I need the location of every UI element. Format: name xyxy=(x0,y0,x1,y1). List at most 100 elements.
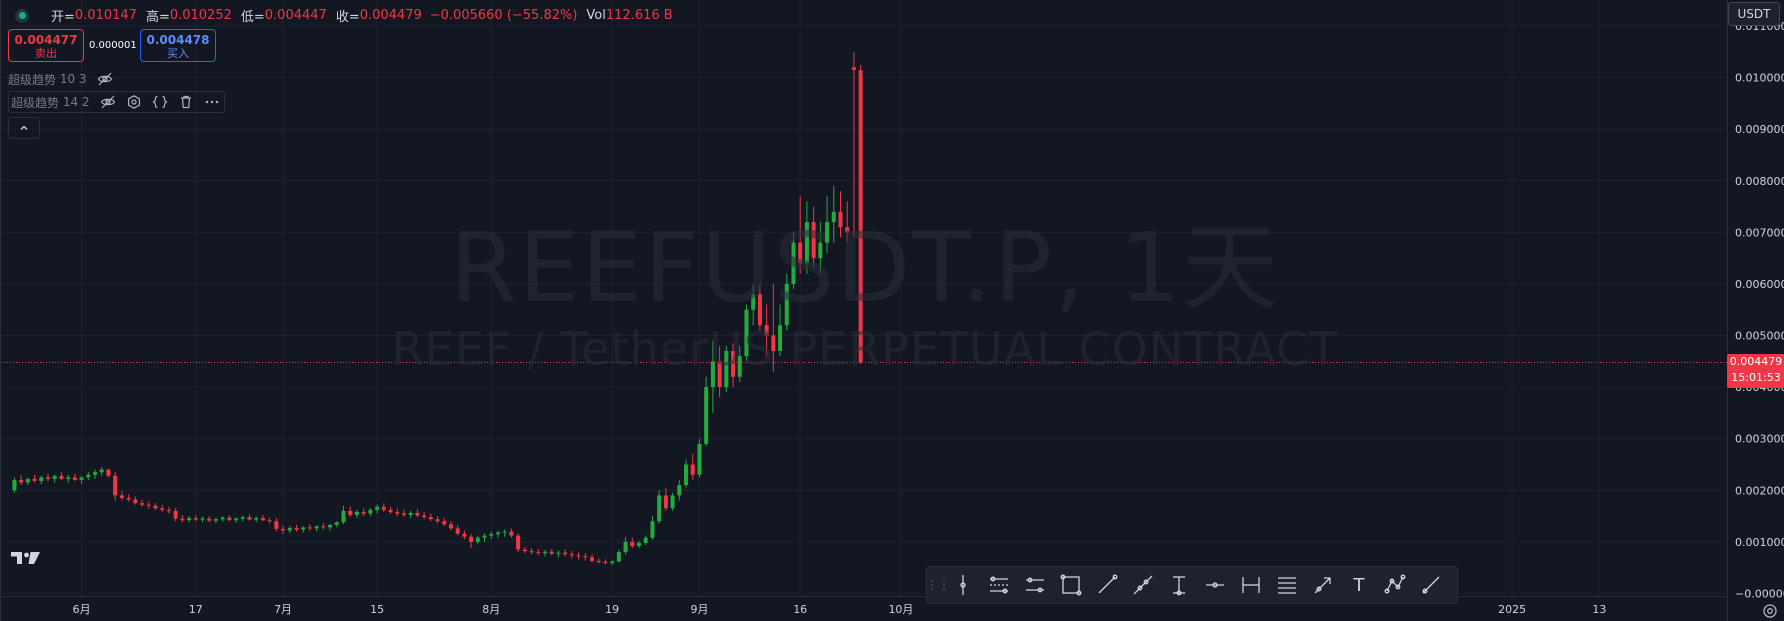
collapse-legend-button[interactable] xyxy=(8,117,40,139)
candle-body xyxy=(583,556,588,558)
vertical-line-icon[interactable] xyxy=(945,567,981,603)
text-icon[interactable]: T xyxy=(1341,567,1377,603)
candle-body xyxy=(495,532,500,535)
last-price: 0.004479 xyxy=(1729,355,1783,369)
price-axis-label: −0.000000 xyxy=(1735,587,1784,600)
candle-body xyxy=(200,518,205,520)
candle-body xyxy=(45,477,51,479)
gear-icon[interactable] xyxy=(1761,602,1779,620)
candle-body xyxy=(489,534,494,536)
candle-body xyxy=(281,528,286,531)
candle-body xyxy=(240,517,245,519)
low-value: 0.004447 xyxy=(264,8,327,23)
candle-body xyxy=(684,464,689,486)
candle-body xyxy=(569,554,574,556)
candle-body xyxy=(207,518,212,521)
candle-body xyxy=(529,551,534,553)
close-label: 收= xyxy=(335,10,360,25)
candle-body xyxy=(234,518,239,521)
brush-icon[interactable] xyxy=(1413,567,1449,603)
time-axis-label: 6月 xyxy=(73,603,91,616)
candle-body xyxy=(113,475,118,496)
candle-body xyxy=(563,552,568,555)
candle-body xyxy=(341,510,346,523)
drag-handle-icon[interactable]: ⋮⋮ xyxy=(926,567,950,603)
candle-body xyxy=(260,518,265,521)
candle-body xyxy=(267,520,272,522)
candle-body xyxy=(72,477,77,480)
price-axis-label: 0.003000 xyxy=(1735,433,1784,446)
high-value: 0.010252 xyxy=(169,8,232,23)
candle-body xyxy=(287,527,292,531)
indicator-supertrend-2[interactable]: 超级趋势 14 2 xyxy=(8,91,225,113)
candle-body xyxy=(361,511,366,514)
candle-body xyxy=(213,519,218,521)
horizontal-ray-icon[interactable] xyxy=(1197,567,1233,603)
candle-body xyxy=(301,527,306,530)
sell-button[interactable]: 0.004477 卖出 xyxy=(8,29,84,62)
candle-body xyxy=(542,551,548,554)
candle-body xyxy=(475,537,480,542)
candle-body xyxy=(19,479,24,483)
candle-body xyxy=(247,517,252,520)
candle-body xyxy=(643,537,648,543)
candle-body xyxy=(314,526,319,529)
candle-body xyxy=(254,518,259,520)
candle-body xyxy=(650,521,655,538)
price-axis-label: 0.002000 xyxy=(1735,484,1784,497)
candle-body xyxy=(12,479,17,491)
candle-body xyxy=(589,557,595,561)
candle-body xyxy=(180,518,185,521)
candle-body xyxy=(146,504,151,506)
date-range-icon[interactable] xyxy=(1233,567,1269,603)
candle-body xyxy=(187,518,192,521)
volume-value: 112.616 B xyxy=(605,8,673,23)
candle-body xyxy=(576,555,581,557)
candle-body xyxy=(153,505,158,509)
more-icon[interactable] xyxy=(204,94,220,110)
trash-icon[interactable] xyxy=(178,94,194,110)
rectangle-icon[interactable] xyxy=(1053,567,1089,603)
currency-selector[interactable]: USDT xyxy=(1728,2,1780,26)
candle-body xyxy=(415,512,420,516)
trend-line-icon[interactable] xyxy=(1089,567,1125,603)
last-price-label: 0.004479 15:01:53 xyxy=(1727,354,1784,389)
buy-price: 0.004478 xyxy=(146,33,210,47)
buy-label: 买入 xyxy=(167,47,189,60)
eye-off-icon[interactable] xyxy=(100,94,116,110)
market-status-icon[interactable] xyxy=(15,8,29,23)
candle-body xyxy=(395,511,400,514)
candle-body xyxy=(52,475,57,479)
fib-lines-icon[interactable] xyxy=(1269,567,1305,603)
time-axis-label: 10月 xyxy=(888,603,913,616)
code-braces-icon[interactable] xyxy=(151,94,168,110)
buy-button[interactable]: 0.004478 买入 xyxy=(140,29,216,62)
candle-body xyxy=(482,535,487,538)
candle-body xyxy=(166,509,171,511)
price-axis-label: 0.010000 xyxy=(1735,72,1784,85)
candle-body xyxy=(428,517,433,520)
path-icon[interactable] xyxy=(1377,567,1413,603)
tradingview-logo[interactable] xyxy=(11,550,41,566)
arrow-icon[interactable] xyxy=(1305,567,1341,603)
candle-body xyxy=(522,549,527,552)
indicator-params: 14 2 xyxy=(62,95,90,109)
ohlc-legend: 开= 0.010147 高= 0.010252 低= 0.004447 收= 0.004… xyxy=(15,6,673,25)
indicator-supertrend-1[interactable]: 超级趋势 10 3 xyxy=(8,68,113,90)
candle-body xyxy=(39,477,44,481)
ray-icon[interactable] xyxy=(1125,567,1161,603)
candle-body xyxy=(596,560,601,562)
parallel-channel-icon[interactable] xyxy=(981,567,1017,603)
candle-body xyxy=(623,541,628,553)
time-axis-label: 13 xyxy=(1592,603,1606,616)
regression-channel-icon[interactable] xyxy=(1017,567,1053,603)
candle-body xyxy=(448,524,453,529)
candle-body xyxy=(704,387,709,444)
settings-icon[interactable] xyxy=(126,94,142,110)
candle-body xyxy=(408,512,413,516)
candle-body xyxy=(375,506,380,510)
price-range-icon[interactable] xyxy=(1161,567,1197,603)
price-axis-label: 0.006000 xyxy=(1735,278,1784,291)
candle-body xyxy=(388,509,393,512)
eye-off-icon[interactable] xyxy=(97,71,113,87)
